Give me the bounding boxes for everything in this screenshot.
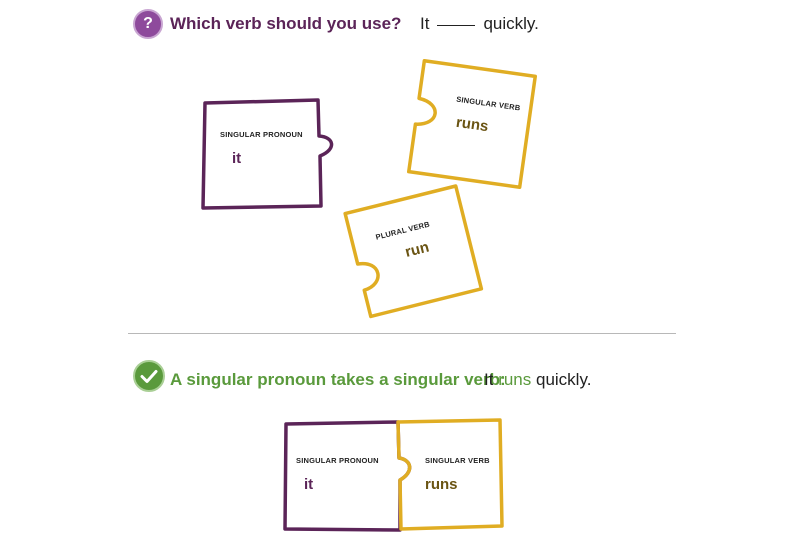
answer-sentence-start: It <box>484 370 494 389</box>
puzzle-piece-plural-verb[interactable]: PLURAL VERB run <box>343 184 484 319</box>
piece-word: it <box>232 150 241 167</box>
divider <box>128 333 676 334</box>
puzzle-piece-singular-pronoun[interactable]: SINGULAR PRONOUN it <box>201 98 334 210</box>
puzzle-area: SINGULAR PRONOUN it SINGULAR VERB runs P… <box>201 59 537 532</box>
check-icon <box>133 360 165 392</box>
piece-word: it <box>304 476 313 493</box>
solution-piece-singular-verb: SINGULAR VERB runs <box>396 418 504 531</box>
puzzle-piece-singular-verb[interactable]: SINGULAR VERB runs <box>407 59 537 189</box>
answer-verb: runs <box>498 370 532 389</box>
piece-word: runs <box>425 476 458 493</box>
answer-sentence: It runs quickly. <box>484 370 591 390</box>
solution-piece-singular-pronoun: SINGULAR PRONOUN it <box>283 420 412 532</box>
piece-label: SINGULAR VERB <box>425 456 490 465</box>
piece-label: SINGULAR PRONOUN <box>220 130 303 139</box>
piece-label: SINGULAR PRONOUN <box>296 456 379 465</box>
answer-sentence-end: quickly. <box>536 370 592 389</box>
answer-text: A singular pronoun takes a singular verb… <box>170 370 506 389</box>
